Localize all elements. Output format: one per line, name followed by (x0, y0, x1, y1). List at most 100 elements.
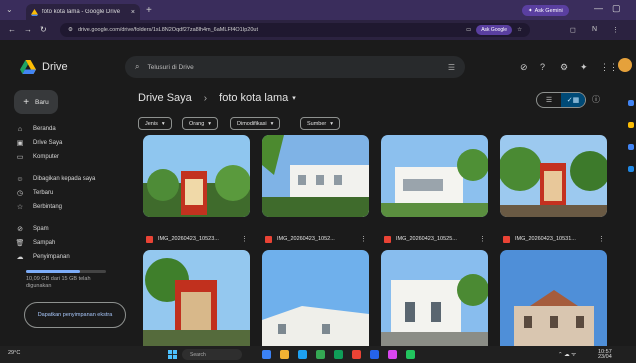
more-options-icon[interactable]: ⋮ (360, 235, 367, 243)
edge-icon[interactable] (298, 350, 307, 359)
file-card-thumbnail[interactable] (381, 250, 488, 346)
file-card-thumbnail[interactable] (143, 250, 250, 346)
keep-icon[interactable] (628, 122, 634, 128)
file-card-thumbnail[interactable] (262, 250, 369, 346)
apps-grid-icon[interactable]: ⋮⋮ (600, 62, 618, 73)
sidebar-item-shared[interactable]: ☺ Dibagikan kepada saya (14, 172, 124, 186)
help-icon[interactable]: ? (540, 62, 545, 72)
search-input[interactable]: Telusuri di Drive (147, 64, 193, 71)
taskbar-search[interactable]: Search (182, 349, 242, 360)
browser-tab-strip: ⌄ foto kota lama - Google Drive × + ✦ As… (0, 0, 636, 20)
drive-logo[interactable]: Drive (20, 60, 68, 74)
storage-meter (26, 270, 106, 273)
file-card-thumbnail[interactable] (500, 135, 607, 217)
filter-source-chip[interactable]: Sumber ▾ (300, 117, 341, 130)
chevron-down-icon: ▾ (330, 120, 334, 127)
tab-search-icon[interactable]: ⌄ (6, 5, 13, 14)
back-icon[interactable]: ← (8, 25, 16, 34)
clock[interactable]: 10:57 23/04 (598, 349, 612, 360)
filter-people-chip[interactable]: Orang ▾ (182, 117, 219, 130)
drive-search-bar[interactable]: ⌕ Telusuri di Drive ☰ (125, 56, 465, 78)
sidebar-item-spam[interactable]: ⊘ Spam (14, 222, 124, 236)
photo-historic-mansion (500, 250, 607, 346)
sidebar-item-label: Penyimpanan (33, 254, 70, 260)
account-avatar[interactable] (618, 58, 632, 72)
storage-meter-fill (26, 270, 80, 273)
weather-widget[interactable]: 29°C (8, 350, 20, 356)
computer-icon: ▭ (16, 154, 24, 161)
sidebar-item-storage[interactable]: ☁ Penyimpanan (14, 250, 124, 264)
calendar-icon[interactable] (628, 100, 634, 106)
filter-label: Jenis (145, 120, 158, 127)
breadcrumb-parent[interactable]: Drive Saya (138, 92, 192, 104)
search-options-icon[interactable]: ☰ (448, 63, 455, 72)
taskview-icon[interactable] (262, 350, 271, 359)
word-icon[interactable] (370, 350, 379, 359)
sidebar-item-label: Beranda (33, 126, 56, 132)
file-title-row[interactable]: IMG_20260423_10531... ⋮ (503, 233, 605, 245)
new-button[interactable]: + Baru (14, 90, 58, 114)
app-icon[interactable] (388, 350, 397, 359)
list-view-icon[interactable]: ☰ (537, 93, 561, 107)
ask-gemini-button[interactable]: ✦ Ask Gemini (522, 5, 569, 16)
breadcrumb-separator: › (203, 92, 208, 104)
chevron-down-icon: ▾ (161, 120, 165, 127)
file-card-thumbnail[interactable] (143, 135, 250, 217)
bookmark-star-icon[interactable]: ☆ (517, 27, 522, 33)
address-bar[interactable]: ⚙ drive.google.com/drive/folders/1sL8N2O… (60, 23, 530, 37)
more-options-icon[interactable]: ⋮ (598, 235, 605, 243)
details-info-icon[interactable]: ⓘ (592, 94, 600, 105)
ready-offline-icon[interactable]: ⊘ (520, 62, 528, 73)
windows-start-icon[interactable] (168, 350, 177, 359)
filter-modified-chip[interactable]: Dimodifikasi ▾ (230, 117, 281, 130)
tab-close-icon[interactable]: × (131, 9, 135, 16)
file-card-thumbnail[interactable] (262, 135, 369, 217)
chrome-icon[interactable] (316, 350, 325, 359)
minimize-button[interactable]: — (594, 3, 603, 13)
settings-icon[interactable]: ⚙ (560, 62, 568, 73)
screen: ⌄ foto kota lama - Google Drive × + ✦ As… (0, 0, 636, 363)
maximize-button[interactable]: ▢ (612, 3, 621, 14)
gemini-icon[interactable]: ✦ (580, 62, 588, 73)
site-info-icon[interactable]: ⚙ (68, 27, 73, 33)
gmail-icon[interactable] (352, 350, 361, 359)
image-file-icon (503, 235, 510, 243)
more-options-icon[interactable]: ⋮ (479, 235, 486, 243)
file-title-row[interactable]: IMG_20260423_10523... ⋮ (146, 233, 248, 245)
extensions-icon[interactable]: ◻ (570, 26, 576, 34)
app-icon[interactable] (406, 350, 415, 359)
forward-icon[interactable]: → (24, 25, 32, 34)
file-card-thumbnail[interactable] (500, 250, 607, 346)
filter-label: Sumber (307, 120, 327, 127)
more-options-icon[interactable]: ⋮ (241, 235, 248, 243)
sidebar-item-label: Berbintang (33, 204, 63, 210)
tray-icons[interactable]: ⌃ ☁ ᯤ (558, 350, 576, 358)
breadcrumb-current[interactable]: foto kota lama ▾ (219, 92, 296, 104)
search-icon: ⌕ (135, 62, 140, 71)
browser-tab[interactable]: foto kota lama - Google Drive × (26, 4, 140, 20)
sidebar-item-label: Komputer (33, 154, 60, 160)
browser-menu-icon[interactable]: ⋮ (612, 26, 619, 34)
sheets-icon[interactable] (334, 350, 343, 359)
profile-icon[interactable]: N (592, 26, 597, 33)
explorer-icon[interactable] (280, 350, 289, 359)
sidebar-item-computers[interactable]: ▭ Komputer (14, 150, 124, 164)
grid-view-icon[interactable]: ✓▦ (561, 93, 585, 107)
ask-google-chip[interactable]: Ask Google (476, 25, 513, 35)
filter-type-chip[interactable]: Jenis ▾ (138, 117, 172, 130)
file-card-thumbnail[interactable] (381, 135, 488, 217)
chevron-down-icon: ▾ (270, 120, 274, 127)
get-more-storage-button[interactable]: Dapatkan penyimpanan ekstra (24, 302, 126, 328)
cast-icon[interactable]: ▭ (466, 27, 471, 33)
contacts-icon[interactable] (628, 166, 634, 172)
file-title-row[interactable]: IMG_20260423_1052... ⋮ (265, 233, 367, 245)
tasks-icon[interactable] (628, 144, 634, 150)
sidebar-item-my-drive[interactable]: ▣ Drive Saya (14, 136, 124, 150)
sidebar-item-starred[interactable]: ☆ Berbintang (14, 200, 124, 214)
file-title-row[interactable]: IMG_20260423_10525... ⋮ (384, 233, 486, 245)
sidebar-item-home[interactable]: ⌂ Beranda (14, 122, 124, 136)
reload-icon[interactable]: ↻ (40, 25, 47, 34)
sidebar-item-recent[interactable]: ◷ Terbaru (14, 186, 124, 200)
new-tab-button[interactable]: + (146, 5, 152, 16)
sidebar-item-trash[interactable]: 🗑 Sampah (14, 236, 124, 250)
